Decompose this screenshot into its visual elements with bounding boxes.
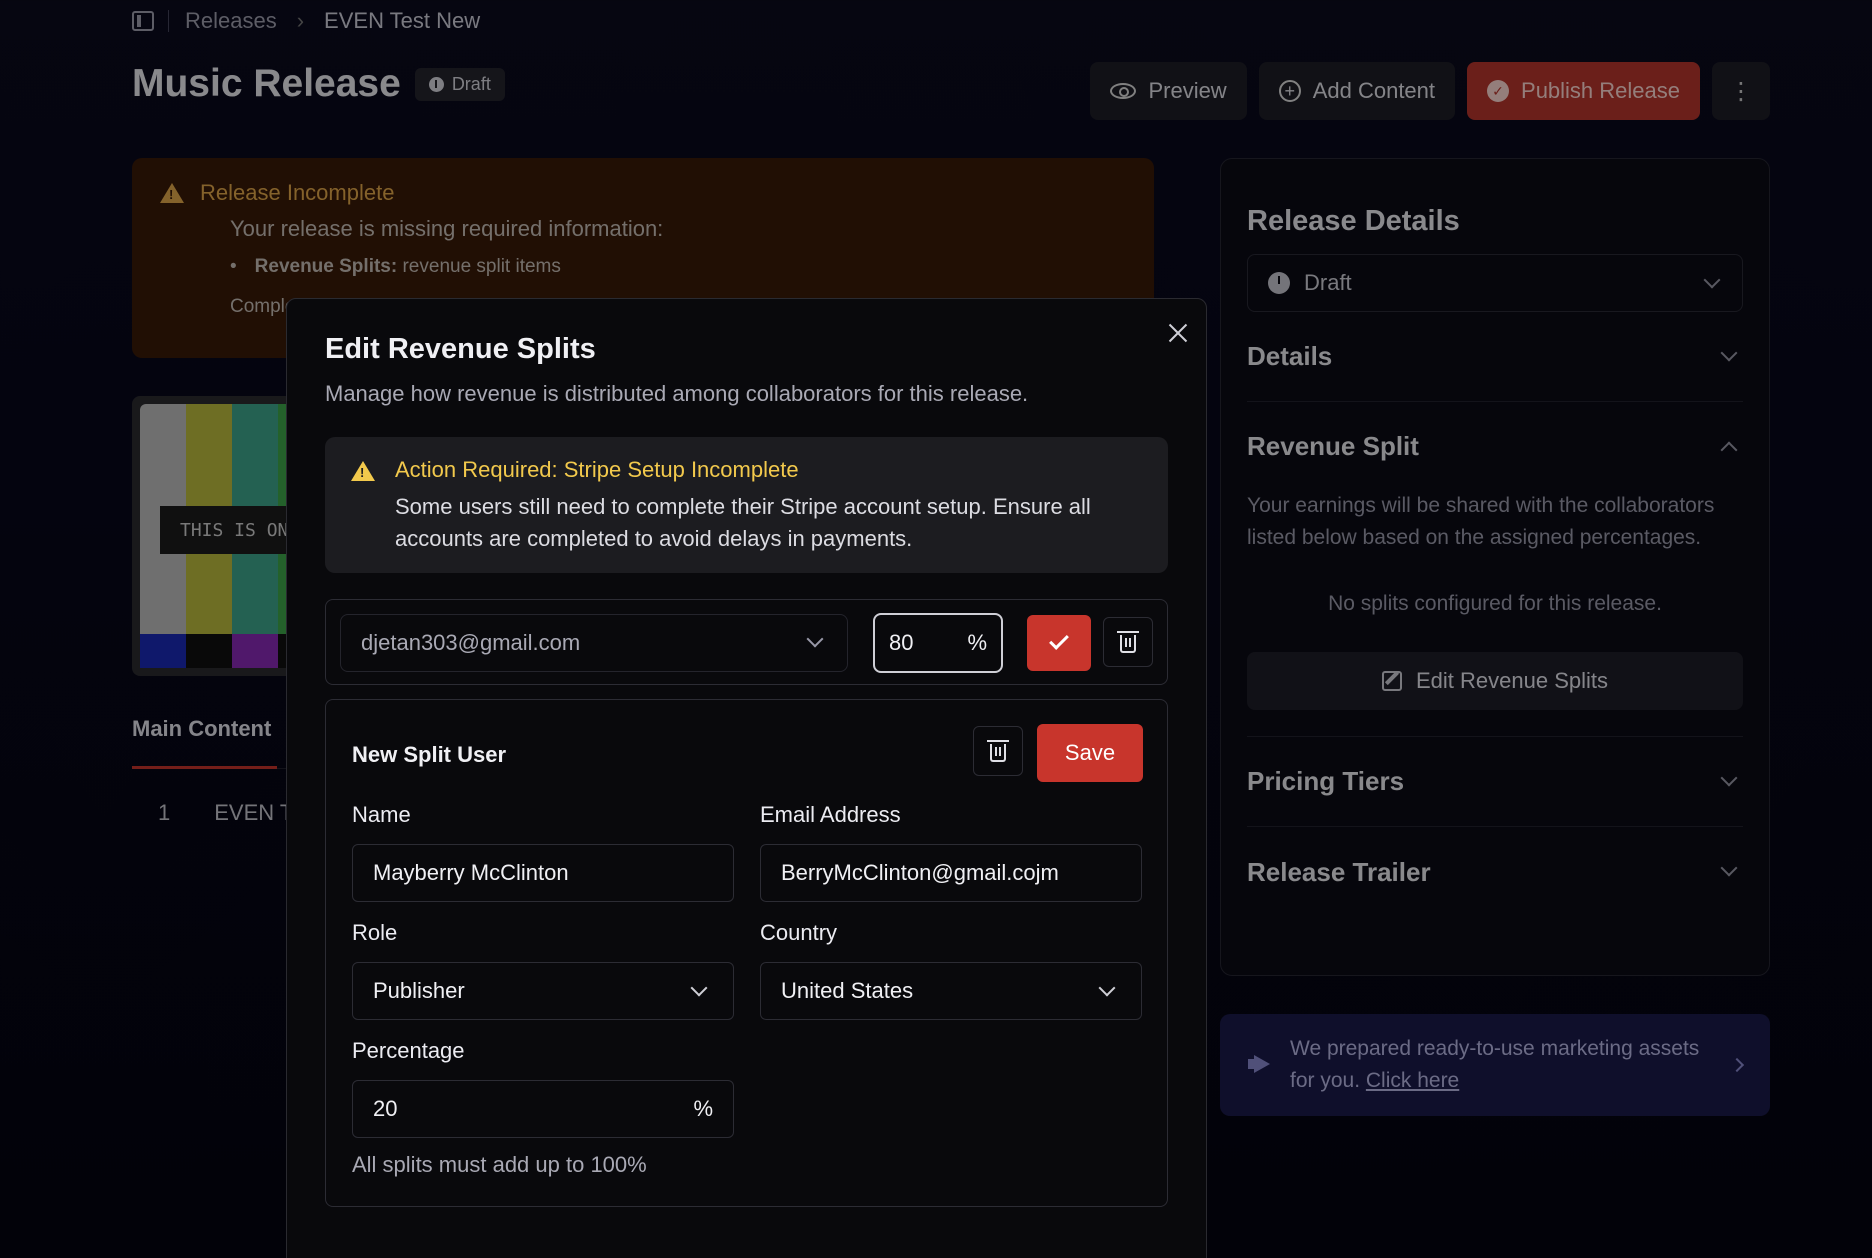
- stripe-warning-title: Action Required: Stripe Setup Incomplete: [395, 457, 799, 482]
- role-select-value: Publisher: [373, 978, 465, 1003]
- check-icon: [1049, 630, 1069, 650]
- new-split-user-form: New Split User Save Name Mayberry McClin…: [325, 699, 1168, 1207]
- warning-icon: [351, 461, 375, 481]
- percent-sign: %: [693, 1096, 713, 1121]
- save-button[interactable]: Save: [1037, 724, 1143, 782]
- delete-split-button[interactable]: [1103, 617, 1153, 667]
- splits-hint: All splits must add up to 100%: [352, 1152, 647, 1177]
- dialog-title: Edit Revenue Splits: [325, 333, 596, 365]
- name-field-value: Mayberry McClinton: [373, 860, 569, 885]
- stripe-warning-alert: Action Required: Stripe Setup Incomplete…: [325, 437, 1168, 573]
- split-email-select[interactable]: djetan303@gmail.com: [340, 614, 848, 672]
- trash-icon: [987, 740, 1009, 762]
- email-field-value: BerryMcClinton@gmail.cojm: [781, 860, 1059, 885]
- role-select[interactable]: Publisher: [352, 962, 734, 1020]
- percentage-field-value: 20: [373, 1096, 398, 1121]
- edit-revenue-splits-dialog: Edit Revenue Splits Manage how revenue i…: [286, 298, 1207, 1258]
- new-split-title: New Split User: [352, 742, 507, 767]
- role-label: Role: [352, 920, 398, 945]
- percentage-label: Percentage: [352, 1038, 465, 1063]
- percentage-field[interactable]: 20 %: [352, 1080, 734, 1138]
- percent-sign: %: [967, 630, 987, 655]
- chevron-down-icon: [806, 630, 824, 648]
- email-field[interactable]: BerryMcClinton@gmail.cojm: [760, 844, 1142, 902]
- confirm-split-button[interactable]: [1027, 615, 1091, 671]
- split-email-value: djetan303@gmail.com: [361, 630, 581, 655]
- name-field[interactable]: Mayberry McClinton: [352, 844, 734, 902]
- country-select[interactable]: United States: [760, 962, 1142, 1020]
- country-label: Country: [760, 920, 838, 945]
- close-icon[interactable]: [1164, 319, 1192, 347]
- dialog-subtitle: Manage how revenue is distributed among …: [325, 381, 1029, 406]
- split-percentage-value: 80: [889, 630, 914, 655]
- name-label: Name: [352, 802, 411, 827]
- chevron-down-icon: [690, 979, 708, 997]
- trash-icon: [1117, 631, 1139, 653]
- split-percentage-input[interactable]: 80 %: [873, 613, 1003, 673]
- email-label: Email Address: [760, 802, 901, 827]
- stripe-warning-text: Some users still need to complete their …: [395, 494, 1091, 551]
- existing-split-row: djetan303@gmail.com 80 %: [325, 599, 1168, 685]
- chevron-down-icon: [1098, 979, 1116, 997]
- delete-new-split-button[interactable]: [973, 726, 1023, 776]
- country-select-value: United States: [781, 978, 914, 1003]
